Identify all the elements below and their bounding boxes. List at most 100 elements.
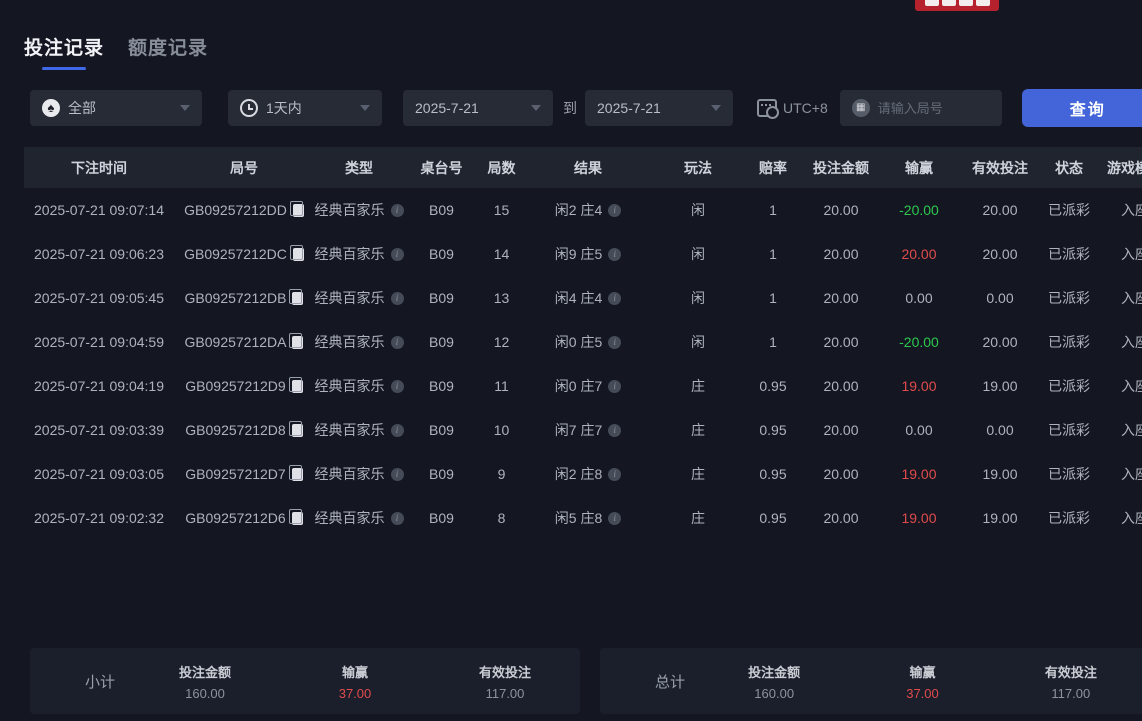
cell-status: 已派彩 bbox=[1042, 188, 1096, 232]
info-icon[interactable]: i bbox=[391, 468, 404, 481]
cell-status: 已派彩 bbox=[1042, 452, 1096, 496]
cell-game-type: 经典百家乐i bbox=[314, 188, 404, 232]
brand-logo bbox=[915, 0, 999, 11]
info-icon[interactable]: i bbox=[608, 380, 621, 393]
game-type-select[interactable]: ♠ 全部 bbox=[30, 90, 202, 126]
table-row: 2025-07-21 09:07:14GB09257212DD经典百家乐iB09… bbox=[24, 188, 1142, 232]
cell-bet-amount: 20.00 bbox=[802, 496, 880, 540]
cell-status: 已派彩 bbox=[1042, 408, 1096, 452]
column-header: 赔率 bbox=[744, 147, 802, 188]
round-number-icon: ▦ bbox=[852, 99, 870, 117]
info-icon[interactable]: i bbox=[391, 204, 404, 217]
copy-icon[interactable] bbox=[292, 424, 303, 437]
summary-stat-value: 117.00 bbox=[430, 686, 580, 701]
time-range-select[interactable]: 1天内 bbox=[228, 90, 382, 126]
cell-play-type: 庄 bbox=[652, 452, 744, 496]
info-icon[interactable]: i bbox=[608, 336, 621, 349]
cell-win-loss: 20.00 bbox=[880, 232, 958, 276]
summary-stat: 投注金额160.00 bbox=[130, 662, 280, 701]
cell-result: 闲7 庄7i bbox=[524, 408, 652, 452]
cell-play-type: 闲 bbox=[652, 320, 744, 364]
info-icon[interactable]: i bbox=[391, 336, 404, 349]
info-icon[interactable]: i bbox=[608, 512, 621, 525]
cell-round-no: 9 bbox=[479, 452, 524, 496]
cell-game-mode: 入座 bbox=[1096, 452, 1142, 496]
copy-icon[interactable] bbox=[293, 248, 304, 261]
round-id-wrap: GB09257212D6 bbox=[185, 510, 302, 526]
round-search-input[interactable] bbox=[878, 101, 990, 116]
game-type-wrap: 经典百家乐i bbox=[315, 376, 404, 396]
game-type-wrap: 经典百家乐i bbox=[315, 332, 404, 352]
copy-icon[interactable] bbox=[293, 204, 304, 217]
info-icon[interactable]: i bbox=[608, 424, 621, 437]
tab-bet-records[interactable]: 投注记录 bbox=[24, 33, 104, 70]
column-header: 游戏模式 bbox=[1096, 147, 1142, 188]
cell-valid-bet: 20.00 bbox=[958, 232, 1042, 276]
info-icon[interactable]: i bbox=[391, 512, 404, 525]
round-id-text: GB09257212D6 bbox=[185, 510, 285, 526]
round-id-wrap: GB09257212D9 bbox=[185, 378, 302, 394]
info-icon[interactable]: i bbox=[608, 204, 621, 217]
cell-play-type: 庄 bbox=[652, 496, 744, 540]
filter-bar: ♠ 全部 1天内 2025-7-21 到 2025-7-21 UTC+8 ▦ 查… bbox=[30, 90, 1142, 126]
cell-round-id: GB09257212D8 bbox=[174, 408, 314, 452]
cell-game-type: 经典百家乐i bbox=[314, 408, 404, 452]
cell-game-mode: 入座 bbox=[1096, 364, 1142, 408]
copy-icon[interactable] bbox=[292, 292, 303, 305]
table-header-row: 下注时间局号类型桌台号局数结果玩法赔率投注金额输赢有效投注状态游戏模式 bbox=[24, 147, 1142, 188]
subtotal-panel: 小计 投注金额160.00输赢37.00有效投注117.00 bbox=[30, 648, 580, 714]
chevron-down-icon bbox=[180, 105, 190, 111]
info-icon[interactable]: i bbox=[608, 468, 621, 481]
summary-stat: 输赢37.00 bbox=[280, 662, 430, 701]
game-type-value: 全部 bbox=[68, 98, 96, 118]
summary-stat-title: 输赢 bbox=[848, 662, 996, 681]
cell-round-no: 14 bbox=[479, 232, 524, 276]
date-from-value: 2025-7-21 bbox=[415, 100, 479, 116]
column-header: 结果 bbox=[524, 147, 652, 188]
cell-status: 已派彩 bbox=[1042, 276, 1096, 320]
cell-game-mode: 入座 bbox=[1096, 188, 1142, 232]
cell-win-loss: 0.00 bbox=[880, 408, 958, 452]
info-icon[interactable]: i bbox=[391, 380, 404, 393]
info-icon[interactable]: i bbox=[608, 248, 621, 261]
round-search: ▦ bbox=[840, 90, 1002, 126]
summary-stat: 输赢 37.00 bbox=[848, 662, 996, 701]
cell-bet-time: 2025-07-21 09:04:59 bbox=[24, 320, 174, 364]
summary-stat-title: 有效投注 bbox=[997, 662, 1142, 681]
records-table-wrap: 下注时间局号类型桌台号局数结果玩法赔率投注金额输赢有效投注状态游戏模式 2025… bbox=[0, 147, 1142, 540]
cell-bet-amount: 20.00 bbox=[802, 452, 880, 496]
copy-icon[interactable] bbox=[292, 468, 303, 481]
cell-odds: 1 bbox=[744, 232, 802, 276]
cell-bet-amount: 20.00 bbox=[802, 320, 880, 364]
copy-icon[interactable] bbox=[292, 336, 303, 349]
summary-stat-title: 投注金额 bbox=[130, 662, 280, 681]
summary-stat-value: 37.00 bbox=[848, 686, 996, 701]
info-icon[interactable]: i bbox=[391, 292, 404, 305]
tab-quota-records[interactable]: 额度记录 bbox=[128, 33, 208, 70]
round-id-wrap: GB09257212D8 bbox=[185, 422, 302, 438]
cell-bet-time: 2025-07-21 09:03:39 bbox=[24, 408, 174, 452]
date-from-select[interactable]: 2025-7-21 bbox=[403, 90, 553, 126]
column-header: 玩法 bbox=[652, 147, 744, 188]
cell-odds: 0.95 bbox=[744, 408, 802, 452]
column-header: 桌台号 bbox=[404, 147, 479, 188]
cell-win-loss: 0.00 bbox=[880, 276, 958, 320]
info-icon[interactable]: i bbox=[391, 248, 404, 261]
cell-round-id: GB09257212DA bbox=[174, 320, 314, 364]
round-id-text: GB09257212DB bbox=[185, 290, 287, 306]
copy-icon[interactable] bbox=[292, 512, 303, 525]
date-to-select[interactable]: 2025-7-21 bbox=[585, 90, 733, 126]
cell-round-id: GB09257212DD bbox=[174, 188, 314, 232]
summary-stat: 有效投注117.00 bbox=[997, 662, 1142, 701]
info-icon[interactable]: i bbox=[391, 424, 404, 437]
cell-round-no: 13 bbox=[479, 276, 524, 320]
summary-stat-value: 160.00 bbox=[700, 686, 848, 701]
cell-bet-time: 2025-07-21 09:05:45 bbox=[24, 276, 174, 320]
cell-round-id: GB09257212D7 bbox=[174, 452, 314, 496]
info-icon[interactable]: i bbox=[608, 292, 621, 305]
copy-icon[interactable] bbox=[292, 380, 303, 393]
query-button[interactable]: 查询 bbox=[1022, 89, 1142, 127]
timezone-indicator[interactable]: UTC+8 bbox=[757, 99, 828, 117]
spade-icon: ♠ bbox=[42, 99, 60, 117]
result-text: 闲4 庄4 bbox=[555, 288, 602, 308]
